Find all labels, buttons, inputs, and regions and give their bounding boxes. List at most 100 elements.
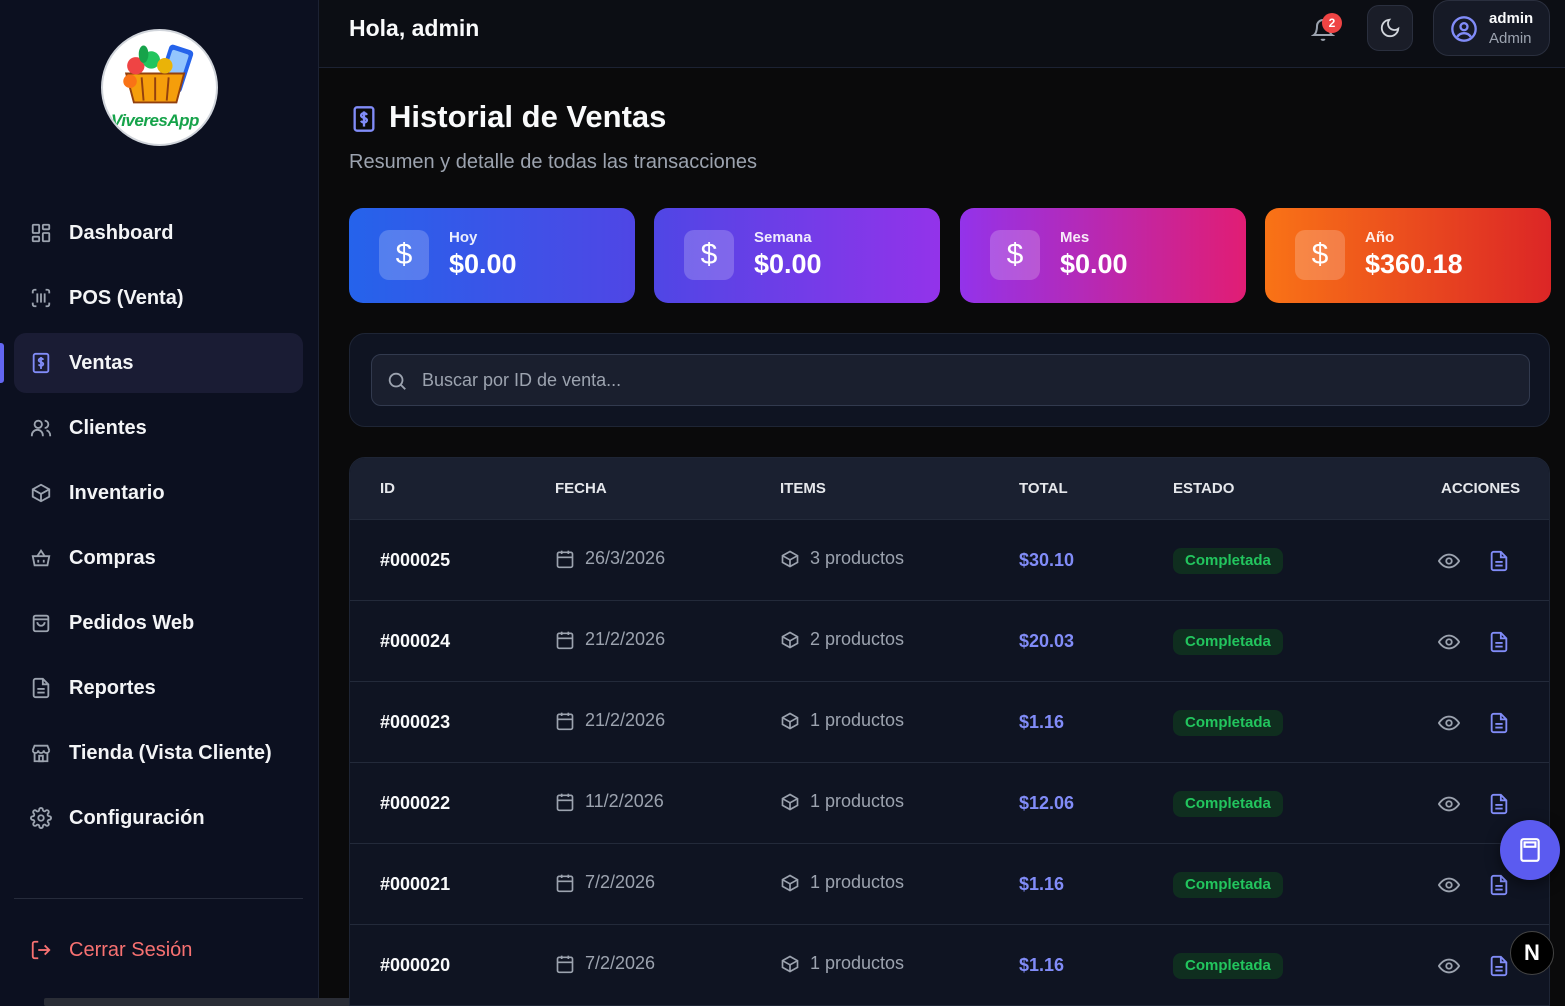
status-badge: Completada [1173,872,1283,898]
sale-items-text: 1 productos [810,953,905,973]
sale-total: $1.16 [1019,955,1065,975]
sidebar-divider [14,898,303,899]
app-logo[interactable]: ViveresApp [101,29,218,146]
basket-icon [30,547,52,569]
calendar-icon [555,954,575,974]
sale-date: 21/2/2026 [555,629,665,650]
invoice-document-icon[interactable] [1488,793,1510,815]
main-content: Historial de Ventas Resumen y detalle de… [319,69,1565,1006]
table-row[interactable]: #000023 21/2/2026 1 productos $1.16 Completa… [350,681,1549,762]
dollar-icon: $ [1295,230,1345,280]
greeting: Hola, admin [349,15,480,41]
table-row[interactable]: #000022 11/2/2026 1 productos $12.06 Complet… [350,762,1549,843]
sale-items-text: 1 productos [810,791,905,811]
sidebar-item-dashboard[interactable]: Dashboard [14,203,303,263]
sidebar-item-inventario[interactable]: Inventario [14,463,303,523]
user-menu-button[interactable]: admin Admin [1433,0,1550,56]
sidebar-item-label: Configuración [69,806,205,829]
stat-card-ano: $ Año $360.18 [1265,208,1551,303]
horizontal-scrollbar-thumb[interactable] [44,998,366,1006]
table-header: ID FECHA ITEMS TOTAL ESTADO ACCIONES [350,458,1549,519]
theme-toggle-button[interactable] [1367,5,1413,51]
sale-date-text: 11/2/2026 [585,791,664,811]
view-eye-icon[interactable] [1438,955,1460,977]
sidebar-item-compras[interactable]: Compras [14,528,303,588]
invoice-document-icon[interactable] [1488,712,1510,734]
invoice-document-icon[interactable] [1488,550,1510,572]
table-row[interactable]: #000020 7/2/2026 1 productos $1.16 Completad… [350,924,1549,1005]
stat-value: $0.00 [449,249,517,279]
search-icon [386,370,408,392]
package-icon [780,954,800,974]
view-eye-icon[interactable] [1438,712,1460,734]
invoice-document-icon[interactable] [1488,631,1510,653]
sidebar-item-label: Reportes [69,676,156,699]
sale-date-text: 21/2/2026 [585,629,666,649]
sale-date-text: 21/2/2026 [585,710,666,730]
store-icon [30,742,52,764]
users-icon [30,417,52,439]
sidebar-item-label: Dashboard [69,221,174,244]
sidebar: ViveresApp Dashboard POS (Venta) Ventas [0,0,319,1006]
user-name: admin [1489,10,1534,27]
view-eye-icon[interactable] [1438,550,1460,572]
sidebar-nav: Dashboard POS (Venta) Ventas Clientes In… [0,203,303,853]
dollar-icon: $ [990,230,1040,280]
sale-items-text: 1 productos [810,710,905,730]
dev-tools-badge[interactable]: N [1510,931,1554,975]
stat-value: $360.18 [1365,249,1463,279]
sidebar-item-pedidos-web[interactable]: Pedidos Web [14,593,303,653]
calendar-icon [555,630,575,650]
sidebar-item-reportes[interactable]: Reportes [14,658,303,718]
scan-icon [30,287,52,309]
sale-items: 2 productos [780,629,904,650]
dollar-icon: $ [379,230,429,280]
page-subtitle: Resumen y detalle de todas las transacci… [349,151,758,173]
sale-id: #000020 [380,955,451,975]
table-row[interactable]: #000021 7/2/2026 1 productos $1.16 Completad… [350,843,1549,924]
column-header-total: TOTAL [1019,480,1068,497]
calendar-icon [555,711,575,731]
sidebar-item-clientes[interactable]: Clientes [14,398,303,458]
calculator-button[interactable] [1500,820,1560,880]
stat-card-hoy: $ Hoy $0.00 [349,208,635,303]
sale-id: #000024 [380,631,451,651]
status-badge: Completada [1173,953,1283,979]
view-eye-icon[interactable] [1438,631,1460,653]
sale-id: #000022 [380,793,451,813]
search-input[interactable] [422,355,1512,405]
moon-icon [1379,17,1401,39]
logout-icon [30,939,52,961]
status-badge: Completada [1173,629,1283,655]
sidebar-item-ventas[interactable]: Ventas [0,333,303,393]
file-icon [30,677,52,699]
invoice-document-icon[interactable] [1488,874,1510,896]
sidebar-item-label: Inventario [69,481,165,504]
logout-label: Cerrar Sesión [69,938,193,961]
gear-icon [30,807,52,829]
column-header-id: ID [380,480,395,497]
user-avatar-icon [1450,15,1478,43]
sidebar-item-configuracion[interactable]: Configuración [14,788,303,848]
invoice-document-icon[interactable] [1488,955,1510,977]
sale-id: #000023 [380,712,451,732]
view-eye-icon[interactable] [1438,793,1460,815]
sales-table: ID FECHA ITEMS TOTAL ESTADO ACCIONES #00… [349,457,1550,1006]
search-box [371,354,1530,406]
package-icon [780,630,800,650]
table-row[interactable]: #000024 21/2/2026 2 productos $20.03 Complet… [350,600,1549,681]
sidebar-item-pos[interactable]: POS (Venta) [14,268,303,328]
sale-date: 11/2/2026 [555,791,664,812]
logout-button[interactable]: Cerrar Sesión [14,920,303,980]
top-header: Hola, admin 2 admin Admin [319,0,1565,68]
table-row[interactable]: #000025 26/3/2026 3 productos $30.10 Complet… [350,519,1549,600]
sale-id: #000025 [380,550,451,570]
sale-id: #000021 [380,874,451,894]
sidebar-item-label: Tienda (Vista Cliente) [69,741,272,764]
sidebar-item-label: POS (Venta) [69,286,184,309]
sidebar-item-tienda[interactable]: Tienda (Vista Cliente) [14,723,303,783]
view-eye-icon[interactable] [1438,874,1460,896]
sale-date-text: 7/2/2026 [585,872,656,892]
sale-total: $1.16 [1019,874,1065,894]
sale-items: 1 productos [780,710,904,731]
